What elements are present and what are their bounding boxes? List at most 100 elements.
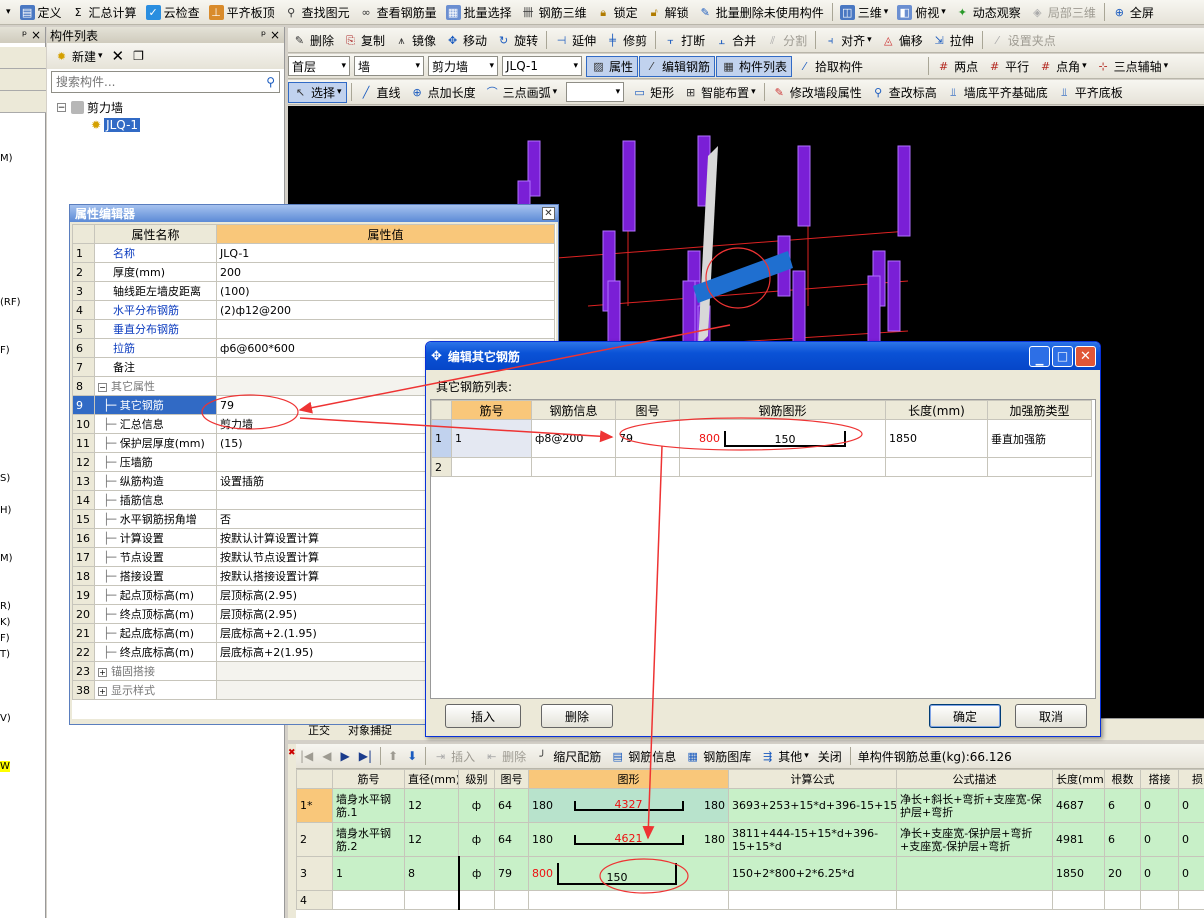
partial-3d-button[interactable]: ◈ 局部三维 [1026,2,1100,23]
batch-select-button[interactable]: ▦ 批量选择 [442,2,516,23]
view-3d-button[interactable]: ◫ 三维 ▾ [836,2,893,23]
tree-root[interactable]: − 剪力墙 [57,99,274,116]
shape-cell[interactable]: 180 4327 180 [528,788,729,823]
property-value[interactable]: (100) [216,281,555,301]
maximize-icon[interactable]: □ [1052,345,1073,367]
cloud-check-button[interactable]: ✓ 云检查 [142,2,204,23]
rebar-3d-button[interactable]: 卌钢筋三维 [517,2,591,23]
expand-icon[interactable]: + [98,687,107,696]
fullscreen-button[interactable]: ⊕ 全屏 [1108,2,1158,23]
first-record-button[interactable]: |◀ [296,746,317,767]
table-row[interactable]: 2 墙身水平钢筋.2 12 ф 64 180 4621 180 3811+444-1… [296,822,1204,857]
point-angle-button[interactable]: # 点角 ▾ [1034,56,1091,77]
tree-item-jlq1[interactable]: ✹ JLQ-1 [91,118,274,132]
delete-button[interactable]: ✎ 删除 [288,30,338,51]
top-view-button[interactable]: ◧ 俯视 ▾ [893,2,950,23]
minimize-icon[interactable]: ▁ [1029,345,1050,367]
property-row[interactable]: 5 垂直分布钢筋 [72,319,555,339]
grid-delete-button[interactable]: ⇤ 删除 [480,746,530,767]
move-button[interactable]: ✥ 移动 [441,30,491,51]
floor-select[interactable]: 首层 ▾ [288,56,350,76]
property-value[interactable] [216,319,555,339]
component-list-button[interactable]: ▦ 构件列表 [716,55,793,77]
align-slab-top-button[interactable]: ⊥ 平齐板顶 [205,2,279,23]
view-rebar-button[interactable]: ∞ 查看钢筋量 [355,2,441,23]
extend-button[interactable]: ⊣ 延伸 [550,30,600,51]
smart-layout-button[interactable]: ⊞ 智能布置 ▾ [679,82,760,103]
select-button[interactable]: ↖ 选择 ▾ [288,81,347,103]
close-icon[interactable]: × [270,28,280,42]
search-input[interactable] [56,75,246,89]
unlock-button[interactable]: 🔓︎ 解锁 [643,2,693,23]
table-row[interactable]: 4 [296,890,1204,910]
align-floor-slab-button[interactable]: ⫫ 平齐底板 [1053,82,1127,103]
stretch-button[interactable]: ⇲ 拉伸 [928,30,978,51]
search-icon[interactable]: ⚲ [266,75,275,89]
expand-icon[interactable]: − [98,383,107,392]
split-button[interactable]: ⫽ 分割 [761,30,811,51]
delete-component-button[interactable]: ✕ [108,46,129,67]
cancel-button[interactable]: 取消 [1015,704,1087,728]
move-up-button[interactable]: ⬆ [384,746,402,767]
copy-component-button[interactable]: ❐ [129,46,148,67]
move-down-button[interactable]: ⬇ [403,746,421,767]
dynamic-orbit-button[interactable]: ✦ 动态观察 [951,2,1025,23]
property-value[interactable]: 200 [216,262,555,282]
close-icon[interactable]: ✕ [1075,345,1096,367]
three-point-axis-button[interactable]: ⊹ 三点辅轴 ▾ [1092,56,1173,77]
property-row[interactable]: 1 名称 JLQ-1 [72,243,555,263]
property-row[interactable]: 2 厚度(mm) 200 [72,262,555,282]
line-button[interactable]: ╱ 直线 [355,82,405,103]
batch-delete-unused-button[interactable]: ✎ 批量删除未使用构件 [694,2,828,23]
pin-icon[interactable]: ᵖ [261,28,266,42]
property-value[interactable]: JLQ-1 [216,243,555,263]
pick-component-button[interactable]: ⁄ 拾取构件 [793,56,867,77]
break-button[interactable]: ⫟ 打断 [659,30,709,51]
table-row[interactable]: 2 [431,457,1092,477]
wall-bottom-align-button[interactable]: ⫫ 墙底平齐基础底 [942,82,1052,103]
shape-cell[interactable]: 180 4621 180 [528,822,729,857]
arc-option-select[interactable]: ▾ [566,82,625,102]
scale-rebar-button[interactable]: ╯ 缩尺配筋 [531,746,605,767]
close-grid-button[interactable]: 关闭 [814,746,846,767]
set-grip-button[interactable]: ⁄ 设置夹点 [986,30,1060,51]
expand-icon[interactable]: + [98,668,107,677]
ok-button[interactable]: 确定 [929,704,1001,728]
component-select[interactable]: JLQ-1 ▾ [502,56,582,76]
offset-button[interactable]: ◬ 偏移 [877,30,927,51]
collapse-icon[interactable]: − [57,103,66,113]
three-point-arc-button[interactable]: ⌒ 三点画弧 ▾ [481,82,562,103]
modify-wall-button[interactable]: ✎ 修改墙段属性 [768,82,866,103]
property-row[interactable]: 4 水平分布钢筋 (2)ф12@200 [72,300,555,320]
rebar-library-button[interactable]: ▦ 钢筋图库 [681,746,755,767]
define-button[interactable]: ▤ 定义 [16,2,66,23]
close-icon[interactable]: ✕ [542,207,555,220]
other-button[interactable]: ⇶ 其他 ▾ [756,746,813,767]
next-record-button[interactable]: ▶ [337,746,354,767]
new-component-button[interactable]: ✹ 新建 ▾ [50,46,107,67]
merge-button[interactable]: ⫠ 合并 [710,30,760,51]
close-icon[interactable]: ✖ [288,748,296,758]
lock-button[interactable]: 🔒︎ 锁定 [592,2,642,23]
mirror-button[interactable]: ⩚ 镜像 [390,30,440,51]
point-length-button[interactable]: ⊕ 点加长度 [406,82,480,103]
rotate-button[interactable]: ↻ 旋转 [492,30,542,51]
properties-button[interactable]: ▨ 属性 [586,55,639,77]
edit-rebar-button[interactable]: ⁄ 编辑钢筋 [639,55,716,77]
prev-record-button[interactable]: ◀ [318,746,335,767]
parallel-button[interactable]: # 平行 [983,56,1033,77]
summary-calc-button[interactable]: Σ 汇总计算 [67,2,141,23]
rectangle-button[interactable]: ▭ 矩形 [628,82,678,103]
pin-icon[interactable]: ᵖ [22,28,27,42]
property-row[interactable]: 3 轴线距左墙皮距离 (100) [72,281,555,301]
rebar-info-button[interactable]: ▤ 钢筋信息 [606,746,680,767]
table-row[interactable]: 1* 墙身水平钢筋.1 12 ф 64 180 4327 180 3693+253+… [296,788,1204,823]
insert-button[interactable]: 插入 [445,704,521,728]
close-icon[interactable]: × [31,28,41,42]
toolbar-menu-arrow[interactable]: ▾ [0,2,15,23]
find-element-button[interactable]: ⚲ 查找图元 [280,2,354,23]
subtype-select[interactable]: 剪力墙 ▾ [428,56,498,76]
edit-elevation-button[interactable]: ⚲ 查改标高 [867,82,941,103]
trim-button[interactable]: ╪ 修剪 [601,30,651,51]
last-record-button[interactable]: ▶| [355,746,376,767]
